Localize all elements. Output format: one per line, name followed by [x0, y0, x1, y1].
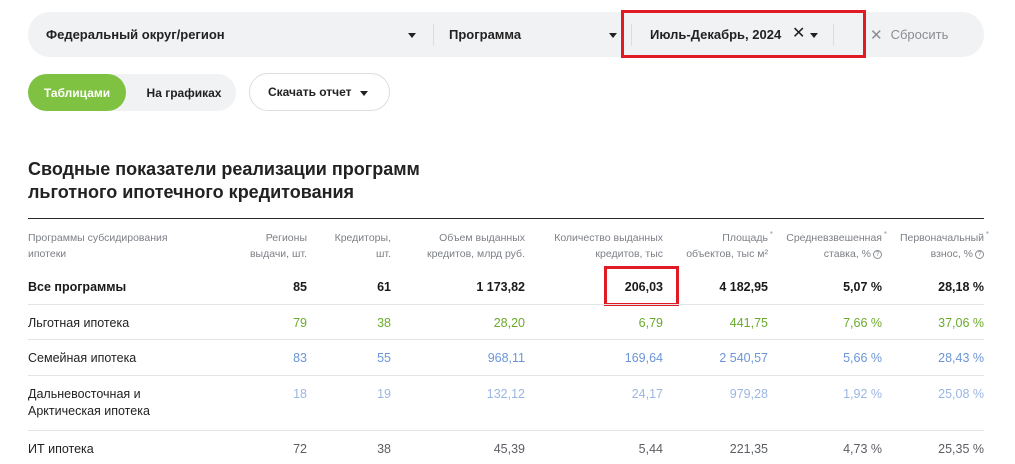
divider [28, 430, 984, 431]
cell-down-payment: 28,18 % [938, 280, 984, 294]
region-select-label: Федеральный округ/регион [46, 27, 225, 42]
divider [28, 304, 984, 305]
cell-lenders: 55 [377, 351, 391, 365]
divider [833, 24, 834, 46]
cell-count: 24,17 [631, 387, 663, 401]
column-header-program: Программы субсидирования ипотеки [28, 232, 168, 260]
column-header-count: Количество выданных кредитов, тыс [554, 232, 663, 260]
column-header-volume: Объем выданных кредитов, млрд руб. [427, 232, 525, 260]
cell-area: 441,75 [729, 316, 768, 330]
close-icon[interactable]: ✕ [792, 26, 805, 42]
period-select-label: Июль-Декабрь, 2024 [650, 27, 782, 42]
cell-area: 221,35 [729, 442, 768, 456]
cell-area: 979,28 [729, 387, 768, 401]
cell-rate: 7,66 % [843, 316, 882, 330]
cell-rate: 5,07 % [843, 280, 882, 294]
divider [433, 24, 434, 46]
cell-regions: 85 [293, 280, 307, 294]
region-select[interactable]: Федеральный округ/регион [46, 12, 416, 57]
cell-down-payment: 37,06 % [938, 316, 984, 330]
cell-count: 5,44 [638, 442, 663, 456]
divider [28, 339, 984, 340]
cell-down-payment: 25,08 % [938, 387, 984, 401]
cell-rate: 4,73 % [843, 442, 882, 456]
cell-volume: 968,11 [487, 351, 525, 365]
tab-charts[interactable]: На графиках [134, 74, 234, 111]
column-header-regions: Регионы выдачи, шт. [249, 232, 307, 260]
program-name: Дальневосточная и Арктическая ипотека [28, 387, 150, 418]
cell-volume: 28,20 [493, 316, 525, 330]
cell-rate: 1,92 % [843, 387, 882, 401]
divider [28, 375, 984, 376]
question-icon[interactable]: ? [975, 249, 984, 259]
program-name: Льготная ипотека [28, 316, 130, 330]
program-name: Семейная ипотека [28, 351, 137, 365]
column-header-rate: * Средневзвешенная ставка, %? [775, 230, 887, 262]
program-name: ИТ ипотека [28, 442, 94, 456]
cell-down-payment: 28,43 % [938, 351, 984, 365]
cell-lenders: 19 [377, 387, 391, 401]
cell-rate: 5,66 % [843, 351, 882, 365]
chevron-down-icon [360, 91, 368, 96]
tab-tables[interactable]: Таблицами [28, 74, 126, 111]
cell-area: 2 540,57 [719, 351, 768, 365]
cell-volume: 1 173,82 [476, 280, 525, 294]
cell-regions: 72 [293, 442, 307, 456]
cell-count: 169,64 [624, 351, 663, 365]
cell-area: 4 182,95 [719, 280, 768, 294]
view-toggle: Таблицами На графиках [28, 74, 236, 111]
cell-count: 206,03 [624, 280, 663, 294]
page-title: Сводные показатели реализации программ л… [28, 159, 420, 202]
cell-volume: 45,39 [493, 442, 525, 456]
cell-regions: 83 [293, 351, 307, 365]
period-select[interactable]: Июль-Декабрь, 2024 ✕ [650, 12, 828, 57]
close-icon: ✕ [870, 26, 883, 44]
reset-label: Сбросить [890, 27, 949, 42]
download-report-button[interactable]: Скачать отчет [249, 73, 390, 111]
program-select-label: Программа [449, 27, 522, 42]
question-icon[interactable]: ? [873, 249, 882, 259]
cell-down-payment: 25,35 % [938, 442, 984, 456]
footnote-marker: * [883, 230, 887, 239]
footnote-marker: * [985, 230, 989, 239]
cell-regions: 18 [293, 387, 307, 401]
chevron-down-icon [810, 33, 818, 38]
cell-regions: 79 [293, 316, 307, 330]
divider [631, 24, 632, 46]
chevron-down-icon [609, 33, 617, 38]
reset-button[interactable]: ✕ Сбросить [870, 12, 948, 57]
chevron-down-icon [408, 33, 416, 38]
column-header-area: * Площадь объектов, тыс м² [668, 230, 773, 262]
footnote-marker: * [769, 230, 773, 239]
divider [28, 218, 984, 219]
program-name: Все программы [28, 280, 127, 294]
cell-lenders: 61 [377, 280, 391, 294]
program-select[interactable]: Программа [449, 12, 617, 57]
cell-lenders: 38 [377, 316, 391, 330]
column-header-lenders: Кредиторы, шт. [334, 232, 391, 260]
download-report-label: Скачать отчет [268, 85, 352, 99]
column-header-down-payment: * Первоначальный взнос, %? [888, 230, 989, 262]
cell-lenders: 38 [377, 442, 391, 456]
filter-bar: Федеральный округ/регион Программа Июль-… [28, 12, 984, 57]
cell-count: 6,79 [638, 316, 663, 330]
cell-volume: 132,12 [486, 387, 525, 401]
